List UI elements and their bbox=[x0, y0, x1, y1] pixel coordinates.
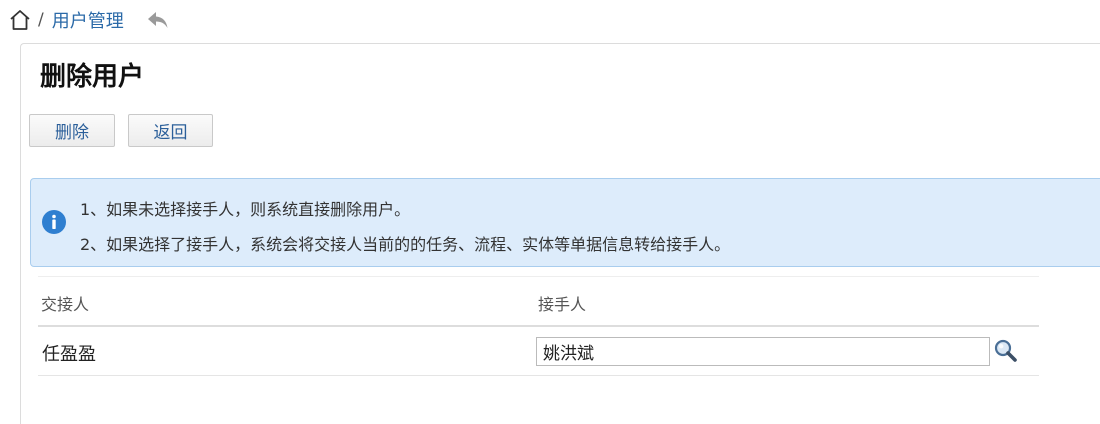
table-row: 任盈盈 bbox=[38, 327, 1039, 376]
column-header-handover: 交接人 bbox=[41, 295, 90, 314]
search-icon[interactable] bbox=[993, 338, 1018, 363]
handover-person: 任盈盈 bbox=[42, 344, 96, 365]
breadcrumb-separator: / bbox=[38, 10, 44, 30]
page-title: 删除用户 bbox=[40, 62, 145, 92]
handover-table: 交接人 接手人 任盈盈 bbox=[38, 276, 1039, 376]
column-header-receiver: 接手人 bbox=[538, 295, 587, 314]
receiver-input[interactable] bbox=[536, 337, 990, 366]
info-line-2: 2、如果选择了接手人，系统会将交接人当前的的任务、流程、实体等单据信息转给接手人… bbox=[80, 235, 731, 254]
info-alert: 1、如果未选择接手人，则系统直接删除用户。 2、如果选择了接手人，系统会将交接人… bbox=[30, 178, 1100, 267]
content-panel: 删除用户 删除 返回 1、如果未选择接手人，则系统直接删除用户。 2、如果选择了… bbox=[20, 43, 1100, 424]
breadcrumb-current[interactable]: 用户管理 bbox=[52, 7, 124, 33]
info-line-1: 1、如果未选择接手人，则系统直接删除用户。 bbox=[80, 200, 411, 219]
info-circle-icon bbox=[42, 210, 66, 234]
breadcrumb: / 用户管理 bbox=[8, 6, 170, 34]
table-header: 交接人 接手人 bbox=[38, 276, 1039, 327]
delete-button[interactable]: 删除 bbox=[29, 114, 115, 147]
back-arrow-icon[interactable] bbox=[146, 8, 170, 32]
back-button[interactable]: 返回 bbox=[128, 114, 213, 147]
home-icon[interactable] bbox=[8, 8, 32, 32]
